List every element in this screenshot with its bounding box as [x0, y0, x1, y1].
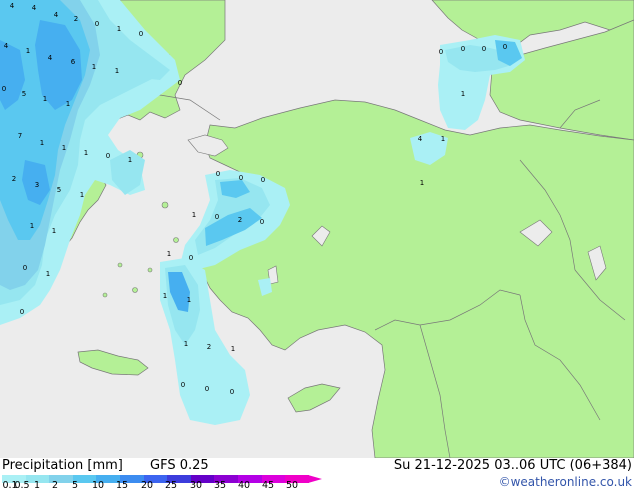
- legend-tick: 5: [71, 480, 79, 491]
- legend-tick: 1: [33, 480, 41, 491]
- value-label: 0: [215, 213, 219, 221]
- value-label: 5: [22, 90, 26, 98]
- legend-tick: 50: [285, 480, 299, 491]
- value-label: 1: [84, 149, 88, 157]
- value-label: 0: [23, 264, 27, 272]
- value-label: 0: [216, 170, 220, 178]
- value-label: 2: [74, 15, 78, 23]
- value-label: 1: [117, 25, 121, 33]
- value-label: 0: [503, 43, 507, 51]
- value-label: 1: [441, 135, 445, 143]
- legend-tick: 15: [115, 480, 129, 491]
- value-label: 2: [207, 343, 211, 351]
- value-label: 1: [62, 144, 66, 152]
- value-label: 0: [139, 30, 143, 38]
- value-label: 1: [420, 179, 424, 187]
- value-label: 1: [66, 100, 70, 108]
- value-label: 1: [92, 63, 96, 71]
- legend-tick: 2: [51, 480, 59, 491]
- value-label: 4: [418, 135, 423, 143]
- value-label: 0: [261, 176, 265, 184]
- value-label: 1: [43, 95, 47, 103]
- value-label: 0: [2, 85, 6, 93]
- legend-tick: 35: [213, 480, 227, 491]
- legend-tick: 10: [91, 480, 105, 491]
- value-label: 1: [30, 222, 34, 230]
- value-label: 0: [95, 20, 99, 28]
- value-label: 2: [238, 216, 242, 224]
- legend-tick: 25: [164, 480, 178, 491]
- value-label: 3: [35, 181, 39, 189]
- value-label: 0: [439, 48, 443, 56]
- value-label: 1: [167, 250, 171, 258]
- value-label: 0: [461, 45, 465, 53]
- precipitation-map: 4 4 4 2 4 1 4 6 0 1 0 1 1 0 0 5 1 1 7 1 1 1 0 1 2 3 5 1 1 1 0 1 0 1 0 0 0 0 1 0…: [0, 0, 634, 458]
- value-label: 1: [184, 340, 188, 348]
- legend-tick: 45: [261, 480, 275, 491]
- value-label: 1: [52, 227, 56, 235]
- value-label: 0: [239, 174, 243, 182]
- value-label: 1: [40, 139, 44, 147]
- legend-tick: 20: [140, 480, 154, 491]
- value-label: 0: [178, 79, 182, 87]
- value-label: 1: [80, 191, 84, 199]
- value-label: 4: [4, 42, 9, 50]
- value-label: 0: [189, 254, 193, 262]
- value-label: 1: [115, 67, 119, 75]
- value-label: 1: [163, 292, 167, 300]
- value-label: 1: [231, 345, 235, 353]
- credit-link[interactable]: ©weatheronline.co.uk: [499, 475, 632, 489]
- chart-title: Precipitation [mm]: [2, 458, 123, 473]
- legend-tick: 40: [237, 480, 251, 491]
- value-label: 4: [54, 11, 59, 19]
- value-label: 4: [32, 4, 37, 12]
- value-label: 0: [20, 308, 24, 316]
- value-label: 4: [10, 2, 15, 10]
- value-label: 4: [48, 54, 53, 62]
- forecast-datetime: Su 21-12-2025 03..06 UTC (06+384): [393, 458, 632, 473]
- value-label: 0: [482, 45, 486, 53]
- model-name: GFS 0.25: [150, 458, 209, 473]
- value-label: 0: [205, 385, 209, 393]
- value-label: 1: [461, 90, 465, 98]
- legend-tick-labels: 0.1 0.5 1 2 5 10 15 20 25 30 35 40 45 50: [0, 480, 340, 491]
- value-label: 0: [106, 152, 110, 160]
- value-label: 0: [260, 218, 264, 226]
- value-label: 6: [71, 58, 76, 66]
- legend-tick: 30: [189, 480, 203, 491]
- value-label: 1: [187, 296, 191, 304]
- value-label: 0: [230, 388, 234, 396]
- value-label: 1: [128, 156, 132, 164]
- value-label: 2: [12, 175, 16, 183]
- value-label: 7: [18, 132, 22, 140]
- value-label: 5: [57, 186, 61, 194]
- value-label: 1: [26, 47, 30, 55]
- value-label: 1: [192, 211, 196, 219]
- value-label: 0: [181, 381, 185, 389]
- legend-tick: 0.5: [14, 480, 30, 491]
- value-label: 1: [46, 270, 50, 278]
